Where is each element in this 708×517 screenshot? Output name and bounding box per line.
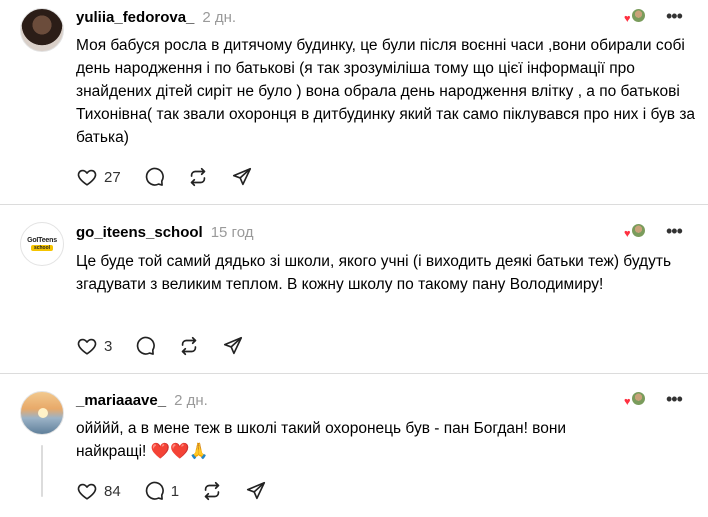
- author-liked-badge: ♥: [624, 223, 646, 243]
- like-count: 3: [104, 337, 113, 355]
- repost-button[interactable]: [187, 166, 209, 188]
- repost-button[interactable]: [178, 335, 200, 357]
- comment-username[interactable]: go_iteens_school 15 год: [76, 224, 253, 241]
- author-liked-badge: ♥: [624, 8, 646, 28]
- comment-text: Це буде той самий дядько зі школи, якого…: [76, 253, 672, 293]
- more-dots-icon[interactable]: •••: [666, 390, 683, 408]
- logo-text: school: [30, 245, 54, 251]
- heart-icon: ♥: [624, 13, 631, 25]
- heart-icon: [77, 483, 97, 500]
- reply-button[interactable]: [143, 166, 165, 188]
- comment-actions: 84 1: [76, 480, 289, 502]
- comment-time: 2 дн.: [202, 9, 237, 26]
- share-button[interactable]: [245, 480, 267, 502]
- send-icon: [224, 336, 243, 355]
- comment-username[interactable]: yuliia_fedorova_ 2 дн.: [76, 9, 236, 26]
- logo-text: GoITeens: [27, 237, 57, 244]
- more-dots-icon[interactable]: •••: [666, 7, 683, 25]
- like-button[interactable]: 84: [76, 480, 121, 502]
- divider: [0, 373, 708, 374]
- avatar[interactable]: GoITeens school: [20, 222, 64, 266]
- comment-username[interactable]: _mariaaave_ 2 дн.: [76, 392, 208, 409]
- divider: [0, 204, 708, 205]
- speech-bubble-icon: [145, 167, 164, 186]
- comment-text: Моя бабуся росла в дитячому будинку, це …: [76, 37, 696, 146]
- comment-time: 2 дн.: [174, 392, 208, 409]
- heart-icon: [77, 338, 97, 355]
- more-dots-icon[interactable]: •••: [666, 222, 683, 240]
- avatar: [631, 8, 646, 23]
- share-button[interactable]: [222, 335, 244, 357]
- like-button[interactable]: 27: [76, 166, 121, 188]
- avatar: [631, 391, 646, 406]
- reply-button[interactable]: [134, 335, 156, 357]
- thread-line: [41, 445, 43, 497]
- like-count: 27: [104, 168, 121, 186]
- repost-icon: [182, 336, 197, 356]
- reply-button[interactable]: 1: [143, 480, 179, 502]
- send-icon: [232, 167, 251, 186]
- comment-text: ойййй, а в мене теж в школі такий охорон…: [76, 420, 567, 460]
- heart-icon: ♥: [624, 396, 631, 408]
- author-liked-badge: ♥: [624, 391, 646, 411]
- avatar[interactable]: [20, 8, 64, 52]
- comment-actions: 3: [76, 335, 266, 357]
- speech-bubble-icon: [137, 336, 156, 355]
- emoji: ❤️❤️🙏: [150, 443, 209, 460]
- like-button[interactable]: 3: [76, 335, 112, 357]
- reply-count: 1: [170, 482, 180, 500]
- share-button[interactable]: [231, 166, 253, 188]
- repost-button[interactable]: [201, 480, 223, 502]
- heart-icon: ♥: [624, 228, 631, 240]
- comment-actions: 27: [76, 166, 275, 188]
- comment-time: 15 год: [210, 224, 254, 241]
- repost-icon: [190, 167, 205, 187]
- like-count: 84: [104, 482, 121, 500]
- heart-icon: [77, 169, 97, 186]
- speech-bubble-icon: [145, 481, 164, 500]
- avatar[interactable]: [20, 391, 64, 435]
- avatar: [631, 223, 646, 238]
- repost-icon: [204, 481, 220, 501]
- send-icon: [246, 481, 266, 500]
